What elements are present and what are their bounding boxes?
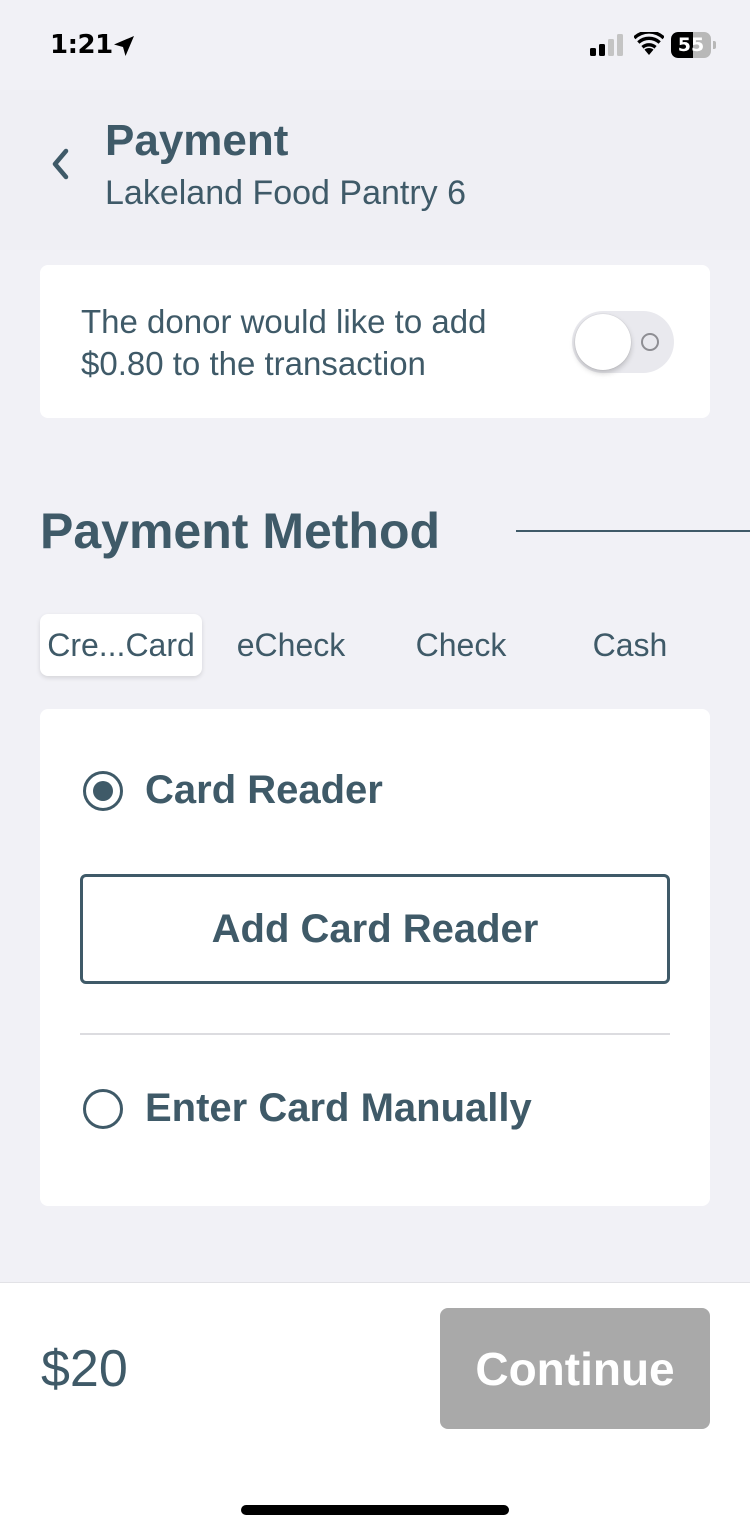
toggle-knob: [575, 314, 631, 370]
header: Payment Lakeland Food Pantry 6: [0, 90, 750, 250]
tab-credit-card[interactable]: Cre...Card: [40, 614, 202, 676]
donor-fee-toggle[interactable]: [572, 311, 674, 373]
donor-fee-text: The donor would like to add $0.80 to the…: [81, 303, 487, 382]
payment-method-title: Payment Method: [40, 503, 441, 559]
status-time: 1:21: [50, 30, 113, 60]
payment-method-card: Card Reader Add Card Reader Enter Card M…: [40, 709, 710, 1206]
footer-bar: $20 Continue: [0, 1282, 750, 1531]
battery-body: 55: [671, 32, 711, 58]
battery-tip: [713, 41, 716, 49]
tab-check[interactable]: Check: [380, 614, 542, 676]
back-button[interactable]: [40, 142, 80, 186]
total-amount: $20: [41, 1340, 128, 1398]
option-divider: [80, 1033, 670, 1035]
donor-fee-card: The donor would like to add $0.80 to the…: [40, 265, 710, 418]
enter-card-manually-label[interactable]: Enter Card Manually: [145, 1086, 532, 1131]
chevron-left-icon: [52, 148, 69, 180]
tab-cash[interactable]: Cash: [549, 614, 711, 676]
battery-level: 55: [677, 34, 705, 56]
page-title: Payment: [105, 116, 289, 165]
section-divider: [516, 530, 750, 532]
toggle-off-indicator-icon: [641, 333, 659, 351]
location-arrow-icon: [114, 36, 134, 56]
card-reader-radio[interactable]: [83, 771, 123, 811]
radio-selected-dot: [93, 781, 113, 801]
status-bar: 1:21 55: [0, 0, 750, 90]
wifi-icon: [634, 32, 664, 55]
page-subtitle: Lakeland Food Pantry 6: [105, 174, 467, 212]
cellular-signal-icon: [590, 34, 623, 56]
home-indicator: [241, 1505, 509, 1515]
enter-card-manually-radio[interactable]: [83, 1089, 123, 1129]
add-card-reader-button[interactable]: Add Card Reader: [80, 874, 670, 984]
tab-echeck[interactable]: eCheck: [210, 614, 372, 676]
continue-button[interactable]: Continue: [440, 1308, 710, 1429]
battery-icon: 55: [671, 32, 717, 58]
card-reader-label[interactable]: Card Reader: [145, 768, 383, 813]
